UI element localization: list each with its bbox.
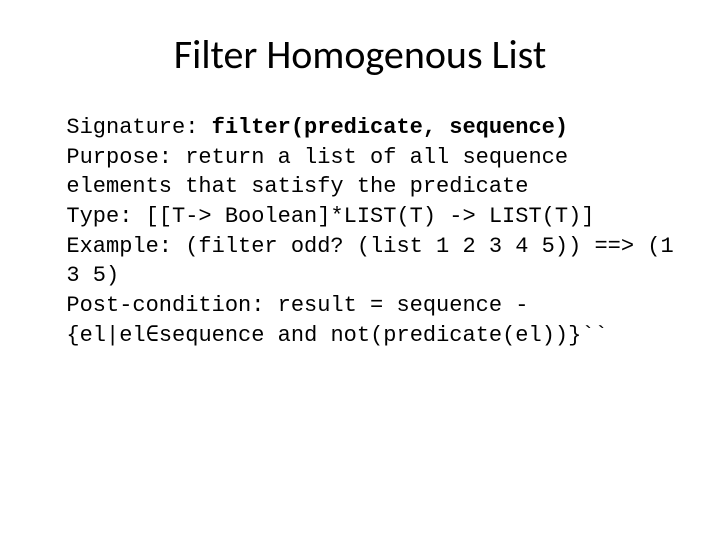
line-type: Type: [[T-> Boolean]*LIST(T) -> LIST(T)]: [40, 202, 680, 232]
signature-value: filter(predicate, sequence): [212, 115, 568, 140]
line-postcondition: Post-condition: result = sequence - {el|…: [40, 291, 680, 350]
line-signature: Signature: filter(predicate, sequence): [40, 113, 680, 143]
line-example: Example: (filter odd? (list 1 2 3 4 5)) …: [40, 232, 680, 291]
slide-title: Filter Homogenous List: [40, 30, 680, 79]
slide: Filter Homogenous List Signature: filter…: [0, 0, 720, 540]
signature-label: Signature:: [66, 115, 211, 140]
line-purpose: Purpose: return a list of all sequence e…: [40, 143, 680, 202]
slide-body: Signature: filter(predicate, sequence) P…: [40, 113, 680, 351]
